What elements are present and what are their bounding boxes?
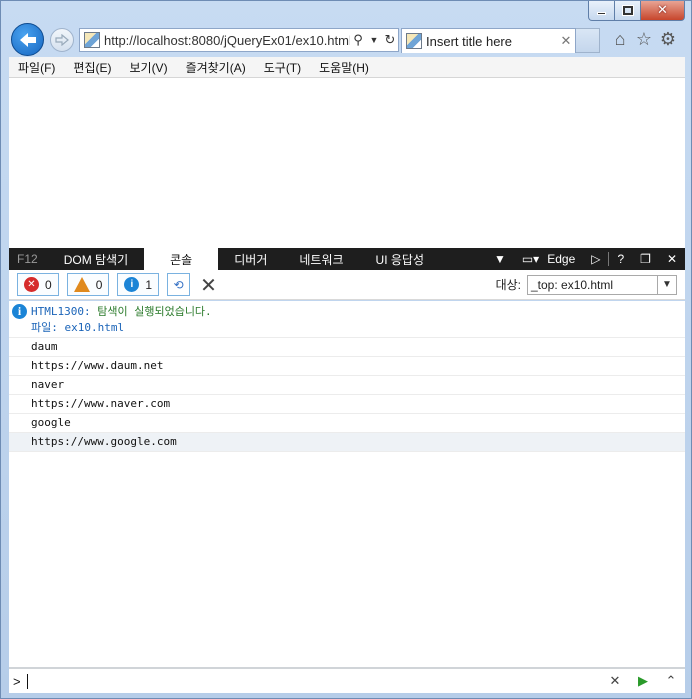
menu-favorites[interactable]: 즐겨찾기(A) <box>177 59 255 76</box>
clear-on-navigate-button[interactable]: ⟲ <box>167 273 191 296</box>
source-label: 파일: <box>31 321 58 334</box>
console-log-line: naver <box>9 376 685 395</box>
target-value: _top: ex10.html <box>531 277 614 292</box>
message-text: 탐색이 실행되었습니다. <box>97 305 212 318</box>
close-icon: ✕ <box>657 3 668 18</box>
errors-filter-button[interactable]: ✕ 0 <box>17 273 59 296</box>
forward-button[interactable] <box>50 28 74 52</box>
console-log-line: https://www.daum.net <box>9 357 685 376</box>
input-caret <box>26 673 28 689</box>
tab-network[interactable]: 네트워크 <box>283 248 359 270</box>
address-text[interactable]: http://localhost:8080/jQueryEx01/ex10.ht… <box>104 33 350 48</box>
window-controls: ✕ <box>588 1 685 21</box>
undock-icon[interactable]: ❐ <box>632 248 659 270</box>
info-icon: i <box>124 277 140 292</box>
emulation-monitor-icon[interactable]: ▭▾ <box>514 248 547 270</box>
menu-edit[interactable]: 편집(E) <box>64 59 120 76</box>
tab-console[interactable]: 콘솔 <box>144 248 219 270</box>
expand-multiline-icon[interactable]: ⌃ <box>657 673 685 689</box>
target-select[interactable]: _top: ex10.html ▼ <box>527 274 677 295</box>
maximize-icon <box>622 6 633 15</box>
home-icon[interactable]: ⌂ <box>609 29 631 50</box>
tab-favicon-icon <box>406 33 422 49</box>
minimize-button[interactable] <box>588 1 615 21</box>
console-input-bar[interactable]: > ✕ ▶ ⌃ <box>9 667 685 693</box>
source-file-link[interactable]: ex10.html <box>65 321 125 334</box>
close-devtools-icon[interactable]: ✕ <box>659 248 685 270</box>
menu-file[interactable]: 파일(F) <box>9 59 64 76</box>
input-actions: ✕ ▶ ⌃ <box>601 673 685 689</box>
run-icon[interactable]: ▶ <box>629 673 657 689</box>
maximize-button[interactable] <box>615 1 641 21</box>
message-source: 파일: ex10.html <box>31 319 685 335</box>
minimize-icon <box>597 12 606 15</box>
tab-dom-explorer[interactable]: DOM 탐색기 <box>48 248 144 270</box>
target-label: 대상: <box>495 278 521 292</box>
refresh-icon[interactable]: ↻ <box>382 32 398 48</box>
console-log-line: daum <box>9 338 685 357</box>
warning-icon <box>73 277 90 292</box>
tab-title: Insert title here <box>426 33 512 49</box>
console-log-line: https://www.google.com <box>9 433 685 452</box>
chevron-down-icon[interactable]: ▼ <box>657 275 676 294</box>
console-message: i HTML1300: 탐색이 실행되었습니다. 파일: ex10.html <box>9 301 685 338</box>
info-count: 1 <box>145 277 153 292</box>
f12-label: F12 <box>17 252 38 266</box>
warnings-filter-button[interactable]: 0 <box>66 273 110 296</box>
console-prompt: > <box>13 673 21 689</box>
console-toolbar: ✕ 0 0 i 1 ⟲ ✕ 대상: _top: ex10.html ▼ <box>9 270 685 300</box>
info-filter-button[interactable]: i 1 <box>117 273 160 296</box>
back-button[interactable] <box>11 23 44 56</box>
info-message-icon: i <box>12 304 27 319</box>
tab-ui-responsiveness[interactable]: UI 응답성 <box>360 248 440 270</box>
tab-close-icon[interactable]: ✕ <box>557 33 575 49</box>
browser-tab[interactable]: Insert title here ✕ <box>401 28 576 53</box>
clear-console-icon[interactable]: ✕ <box>200 273 217 297</box>
devtools-tabbar: F12 DOM 탐색기 콘솔 디버거 네트워크 UI 응답성 ▼ ▭▾ Edge… <box>9 248 685 270</box>
devtools-right-tools: ▼ ▭▾ Edge ▷ ? ❐ ✕ <box>486 248 685 270</box>
page-viewport[interactable] <box>9 78 685 248</box>
clear-input-icon[interactable]: ✕ <box>601 673 629 689</box>
clear-on-navigate-icon: ⟲ <box>173 277 184 292</box>
console-log-line: https://www.naver.com <box>9 395 685 414</box>
browser-window: ✕ http://localhost:8080/jQueryEx01/ex10.… <box>0 0 692 699</box>
new-tab-button[interactable] <box>576 28 600 53</box>
back-arrow-icon <box>19 32 36 47</box>
address-bar[interactable]: http://localhost:8080/jQueryEx01/ex10.ht… <box>79 28 399 52</box>
message-line: HTML1300: 탐색이 실행되었습니다. <box>31 303 685 319</box>
help-icon[interactable]: ? <box>609 248 632 270</box>
close-window-button[interactable]: ✕ <box>641 1 685 21</box>
dropdown-arrow-icon[interactable]: ▼ <box>366 35 382 45</box>
search-icon[interactable]: ⚲ <box>350 32 366 48</box>
errors-count: 0 <box>45 277 52 292</box>
settings-gear-icon[interactable]: ⚙ <box>657 29 679 50</box>
favorites-star-icon[interactable]: ☆ <box>633 29 655 50</box>
tab-debugger[interactable]: 디버거 <box>218 248 283 270</box>
menu-tools[interactable]: 도구(T) <box>255 59 310 76</box>
menu-bar: 파일(F) 편집(E) 보기(V) 즐겨찾기(A) 도구(T) 도움말(H) <box>9 57 685 78</box>
console-log-line: google <box>9 414 685 433</box>
more-tabs-icon[interactable]: ▼ <box>486 248 514 270</box>
warnings-count: 0 <box>95 277 103 292</box>
message-code: HTML1300: <box>31 305 91 318</box>
forward-arrow-icon <box>55 34 69 46</box>
console-output[interactable]: i HTML1300: 탐색이 실행되었습니다. 파일: ex10.html d… <box>9 301 685 667</box>
console-toggle-icon[interactable]: ▷ <box>583 248 608 270</box>
page-favicon-icon <box>84 32 100 48</box>
document-mode-label[interactable]: Edge <box>547 248 583 270</box>
menu-help[interactable]: 도움말(H) <box>310 59 378 76</box>
error-icon: ✕ <box>24 277 39 292</box>
menu-view[interactable]: 보기(V) <box>120 59 176 76</box>
